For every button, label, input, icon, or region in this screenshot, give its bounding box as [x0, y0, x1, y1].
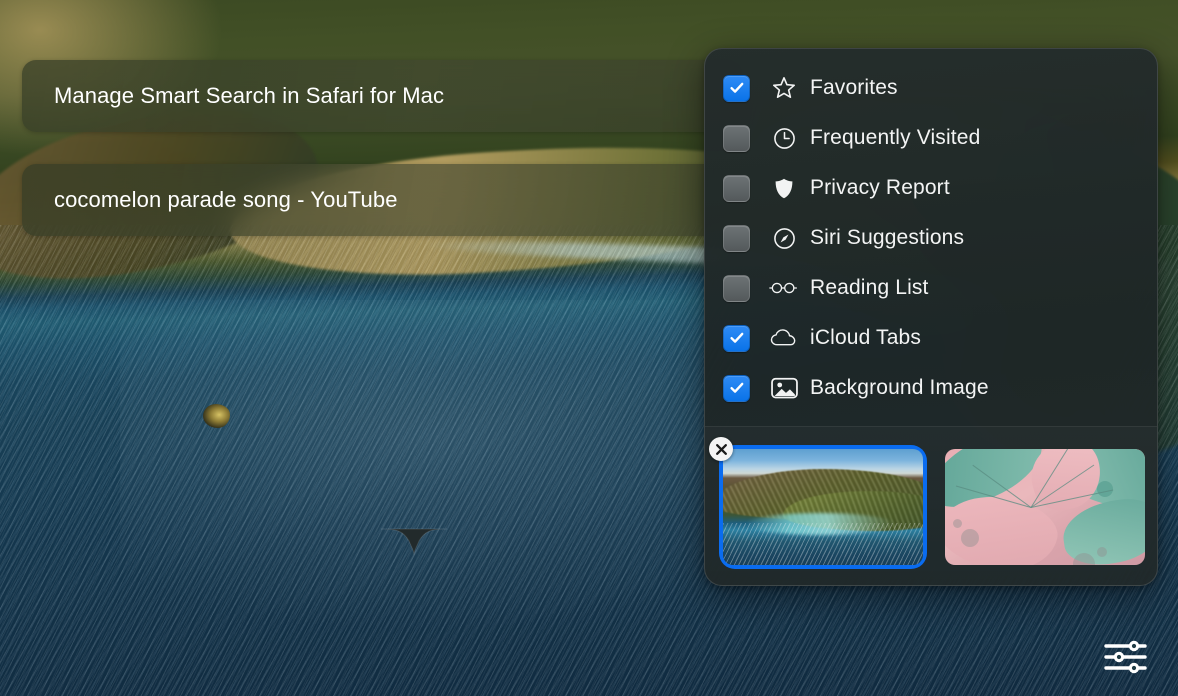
thumb-butterfly-dot-2 — [953, 519, 962, 528]
checkbox-privacy-report[interactable] — [723, 175, 750, 202]
popover-tail — [381, 529, 447, 557]
option-row-background-image[interactable]: Background Image — [705, 363, 1157, 413]
wallpaper-thumbnail-image-1 — [945, 449, 1145, 565]
option-row-reading-list[interactable]: Reading List — [705, 263, 1157, 313]
option-row-siri-suggestions[interactable]: Siri Suggestions — [705, 213, 1157, 263]
customize-start-page-button[interactable] — [1100, 636, 1160, 678]
checkbox-frequently-visited[interactable] — [723, 125, 750, 152]
remove-wallpaper-button[interactable] — [709, 437, 733, 461]
start-page-customize-popover: Favorites Frequently Visited — [704, 48, 1158, 586]
wallpaper-boat — [203, 404, 230, 428]
close-icon — [715, 443, 728, 456]
start-page-card-0[interactable]: Manage Smart Search in Safari for Mac — [22, 60, 742, 132]
start-page-card-0-title: Manage Smart Search in Safari for Mac — [54, 83, 444, 109]
clock-icon — [769, 126, 799, 151]
option-row-icloud-tabs[interactable]: iCloud Tabs — [705, 313, 1157, 363]
wallpaper-thumbnail-strip — [705, 427, 1157, 587]
photo-icon — [769, 377, 799, 399]
checkmark-icon — [729, 80, 745, 96]
option-row-frequently-visited[interactable]: Frequently Visited — [705, 113, 1157, 163]
start-page-card-1[interactable]: cocomelon parade song - YouTube — [22, 164, 742, 236]
cloud-icon — [769, 328, 799, 348]
sliders-icon — [1101, 637, 1159, 677]
checkmark-icon — [729, 380, 745, 396]
option-row-favorites[interactable]: Favorites — [705, 63, 1157, 113]
thumb-butterfly-dot-4 — [1097, 547, 1107, 557]
wallpaper-thumbnail-abstract-butterfly[interactable] — [945, 449, 1145, 565]
thumb-butterfly-dot-1 — [961, 529, 979, 547]
option-label-frequently-visited: Frequently Visited — [810, 126, 980, 150]
option-label-reading-list: Reading List — [810, 276, 929, 300]
checkbox-reading-list[interactable] — [723, 275, 750, 302]
start-page-options-list: Favorites Frequently Visited — [705, 63, 1157, 413]
glasses-icon — [769, 280, 799, 296]
start-page-card-1-title: cocomelon parade song - YouTube — [54, 187, 398, 213]
thumb-coast-water-glitter — [723, 523, 923, 565]
star-icon — [769, 75, 799, 101]
option-label-icloud-tabs: iCloud Tabs — [810, 326, 921, 350]
desktop-root: Manage Smart Search in Safari for Mac co… — [0, 0, 1178, 696]
option-label-siri-suggestions: Siri Suggestions — [810, 226, 964, 250]
shield-icon — [769, 176, 799, 201]
siri-icon — [769, 226, 799, 251]
checkmark-icon — [729, 330, 745, 346]
option-label-privacy-report: Privacy Report — [810, 176, 950, 200]
option-label-favorites: Favorites — [810, 76, 898, 100]
checkbox-background-image[interactable] — [723, 375, 750, 402]
wallpaper-thumbnail-image-0 — [723, 449, 923, 565]
option-label-background-image: Background Image — [810, 376, 989, 400]
checkbox-icloud-tabs[interactable] — [723, 325, 750, 352]
checkbox-siri-suggestions[interactable] — [723, 225, 750, 252]
thumb-butterfly-base — [945, 449, 1145, 565]
option-row-privacy-report[interactable]: Privacy Report — [705, 163, 1157, 213]
wallpaper-thumbnail-big-sur-coast[interactable] — [723, 449, 923, 565]
checkbox-favorites[interactable] — [723, 75, 750, 102]
